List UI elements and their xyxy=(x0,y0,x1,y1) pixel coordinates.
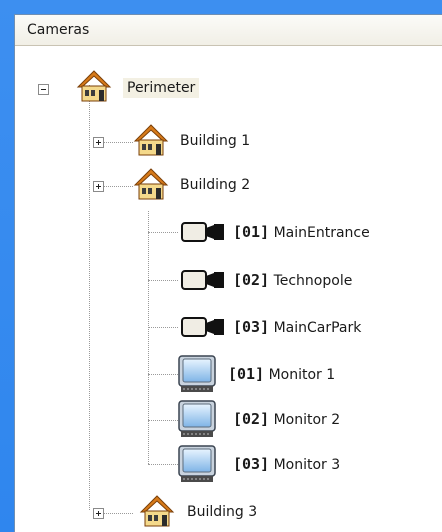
tree-node-camera-3[interactable]: [03] MainCarPark xyxy=(233,318,361,336)
camera-name: MainEntrance xyxy=(273,225,370,241)
tree-connector xyxy=(148,420,178,421)
expand-building-2-toggle[interactable] xyxy=(93,181,104,192)
collapse-perimeter-toggle[interactable] xyxy=(38,84,49,95)
tree-connector xyxy=(148,374,178,375)
panel-header: Cameras xyxy=(15,15,442,46)
camera-icon[interactable] xyxy=(180,268,226,292)
monitor-name: Monitor 1 xyxy=(268,367,336,383)
house-icon[interactable] xyxy=(133,123,169,157)
camera-name: MainCarPark xyxy=(273,320,362,336)
monitor-icon[interactable] xyxy=(177,399,217,439)
camera-tree: Perimeter Building 1 Building 2 [01] Mai… xyxy=(15,45,442,532)
monitor-name: Monitor 2 xyxy=(273,412,341,428)
house-icon[interactable] xyxy=(139,494,175,528)
tree-node-monitor-3[interactable]: [03] Monitor 3 xyxy=(233,455,340,473)
tree-node-camera-1[interactable]: [01] MainEntrance xyxy=(233,223,370,241)
tree-connector xyxy=(148,232,178,233)
camera-icon[interactable] xyxy=(180,315,226,339)
monitor-number: [01] xyxy=(228,365,265,383)
expand-building-1-toggle[interactable] xyxy=(93,137,104,148)
camera-number: [02] xyxy=(233,271,270,289)
expand-building-3-toggle[interactable] xyxy=(93,508,104,519)
tree-connector xyxy=(148,464,178,465)
tree-connector xyxy=(148,211,149,464)
tree-node-monitor-2[interactable]: [02] Monitor 2 xyxy=(233,410,340,428)
tree-connector xyxy=(148,327,178,328)
camera-number: [03] xyxy=(233,318,270,336)
tree-node-monitor-1[interactable]: [01] Monitor 1 xyxy=(228,365,335,383)
camera-icon[interactable] xyxy=(180,220,226,244)
tree-node-perimeter[interactable]: Perimeter xyxy=(123,78,200,98)
monitor-icon[interactable] xyxy=(177,354,217,394)
camera-name: Technopole xyxy=(273,273,353,289)
monitor-name: Monitor 3 xyxy=(273,457,341,473)
tree-connector xyxy=(89,85,90,510)
monitor-icon[interactable] xyxy=(177,444,217,484)
tree-node-building-1[interactable]: Building 1 xyxy=(180,133,250,149)
tree-node-building-2[interactable]: Building 2 xyxy=(180,177,250,193)
house-icon[interactable] xyxy=(133,167,169,201)
tree-node-camera-2[interactable]: [02] Technopole xyxy=(233,271,352,289)
tree-connector xyxy=(148,280,178,281)
monitor-number: [02] xyxy=(233,410,270,428)
camera-number: [01] xyxy=(233,223,270,241)
house-icon[interactable] xyxy=(76,69,112,103)
monitor-number: [03] xyxy=(233,455,270,473)
tree-node-building-3[interactable]: Building 3 xyxy=(187,504,257,520)
cameras-panel: Cameras Perimeter Building 1 Building 2 … xyxy=(14,14,442,532)
panel-header-label: Cameras xyxy=(27,22,90,38)
